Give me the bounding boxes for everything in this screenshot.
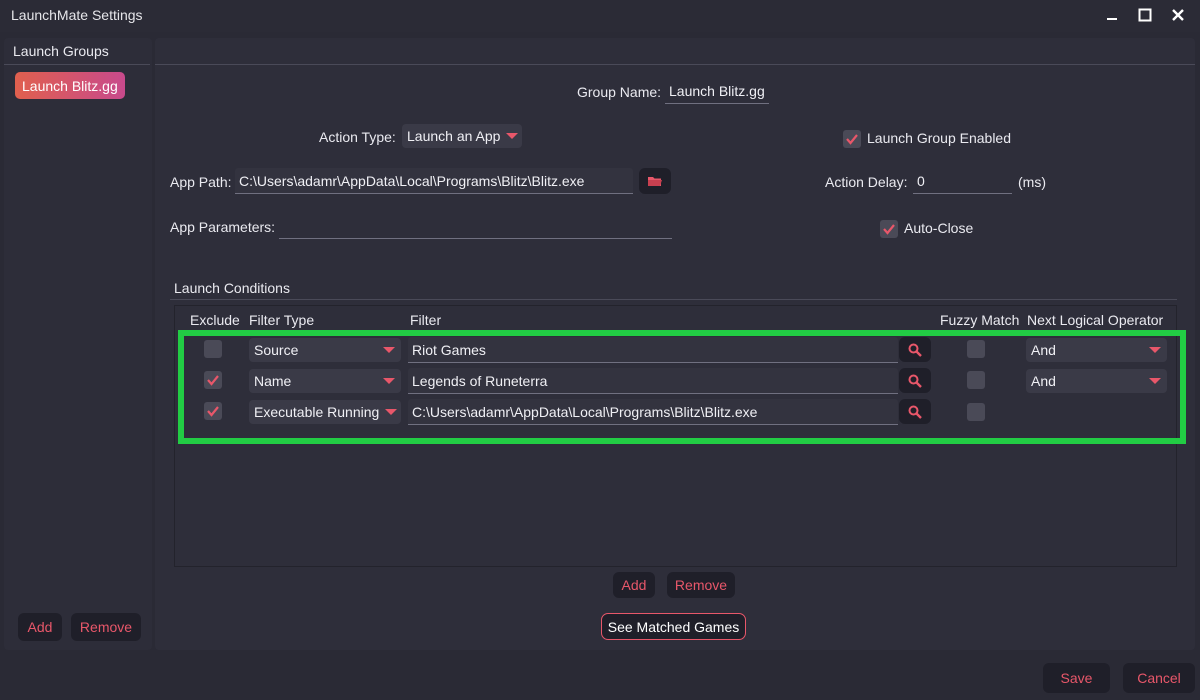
close-icon	[1171, 8, 1185, 25]
see-matched-games-label: See Matched Games	[607, 618, 740, 635]
group-name-value: Launch Blitz.gg	[669, 82, 765, 99]
sidebar-item-launch-blitz[interactable]: Launch Blitz.gg	[15, 72, 125, 99]
save-button[interactable]: Save	[1043, 663, 1110, 693]
action-delay-label: Action Delay:	[825, 174, 908, 190]
group-name-label: Group Name:	[577, 84, 662, 100]
section-divider	[170, 299, 1177, 300]
action-delay-input[interactable]: 0	[913, 168, 1012, 194]
cancel-label: Cancel	[1137, 670, 1181, 686]
app-parameters-input[interactable]	[279, 213, 672, 239]
see-matched-games-button[interactable]: See Matched Games	[601, 613, 746, 640]
minimize-icon	[1106, 8, 1118, 24]
app-parameters-label: App Parameters:	[170, 219, 276, 235]
app-path-label: App Path:	[170, 174, 232, 190]
checkmark-icon	[883, 224, 895, 235]
close-button[interactable]	[1165, 4, 1191, 28]
title-bar	[0, 0, 1200, 32]
auto-close-label: Auto-Close	[904, 220, 974, 236]
conditions-remove-button[interactable]: Remove	[667, 572, 735, 598]
conditions-add-label: Add	[621, 577, 647, 593]
highlight-box	[178, 330, 1186, 444]
app-path-input[interactable]: C:\Users\adamr\AppData\Local\Programs\Bl…	[235, 168, 633, 194]
action-type-label: Action Type:	[319, 129, 396, 145]
column-header-filter: Filter	[410, 312, 442, 328]
auto-close-checkbox[interactable]	[880, 220, 898, 238]
checkmark-icon	[846, 134, 858, 145]
sidebar-item-label: Launch Blitz.gg	[22, 77, 118, 94]
minimize-button[interactable]	[1099, 4, 1125, 28]
column-header-fuzzy-match: Fuzzy Match	[940, 312, 1020, 328]
action-delay-value: 0	[917, 172, 925, 189]
launch-conditions-label: Launch Conditions	[174, 280, 290, 296]
app-path-value: C:\Users\adamr\AppData\Local\Programs\Bl…	[239, 172, 585, 189]
window-title: LaunchMate Settings	[11, 7, 143, 23]
conditions-add-button[interactable]: Add	[613, 572, 655, 598]
action-delay-unit: (ms)	[1018, 174, 1046, 190]
column-header-next-operator: Next Logical Operator	[1027, 312, 1164, 328]
sidebar-remove-label: Remove	[79, 619, 133, 635]
sidebar-remove-button[interactable]: Remove	[71, 613, 141, 641]
launch-group-enabled-checkbox[interactable]	[843, 130, 861, 148]
browse-folder-button[interactable]	[639, 168, 671, 194]
column-header-filter-type: Filter Type	[249, 312, 315, 328]
settings-header-bar	[155, 38, 1195, 65]
group-name-input[interactable]: Launch Blitz.gg	[665, 78, 769, 104]
sidebar-add-label: Add	[27, 619, 53, 635]
launch-group-enabled-label: Launch Group Enabled	[867, 130, 1011, 146]
action-type-value: Launch an App	[407, 128, 501, 144]
sidebar-add-button[interactable]: Add	[18, 613, 62, 641]
column-header-exclude: Exclude	[190, 312, 240, 328]
conditions-remove-label: Remove	[674, 577, 728, 593]
chevron-down-icon	[506, 133, 519, 139]
maximize-button[interactable]	[1132, 4, 1158, 28]
maximize-icon	[1138, 8, 1152, 25]
launch-groups-header: Launch Groups	[13, 43, 109, 59]
save-label: Save	[1060, 670, 1093, 686]
cancel-button[interactable]: Cancel	[1123, 663, 1195, 693]
action-type-select[interactable]: Launch an App	[402, 124, 522, 148]
folder-icon	[648, 177, 662, 186]
